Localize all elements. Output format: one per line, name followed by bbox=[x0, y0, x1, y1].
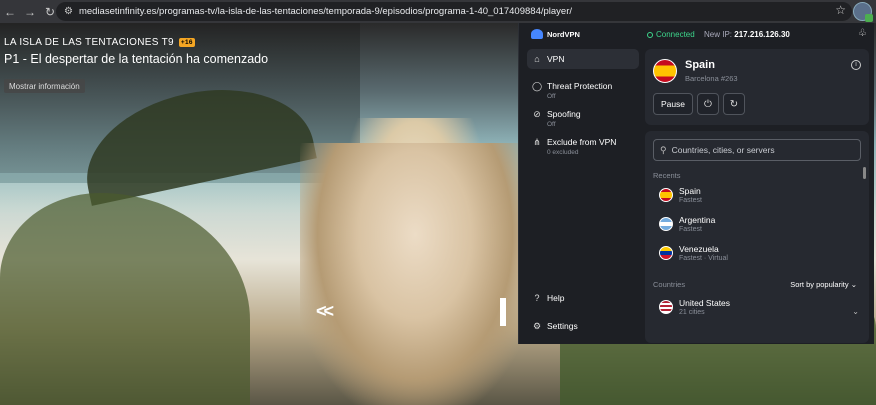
video-person bbox=[300, 143, 530, 405]
country-item-name: United States bbox=[679, 298, 731, 308]
search-placeholder[interactable]: Countries, cities, or servers bbox=[672, 145, 775, 155]
palm-leaves bbox=[0, 193, 250, 405]
sidebar-item-exclude-from-vpn[interactable]: ⋔ Exclude from VPN 0 excluded bbox=[527, 132, 639, 161]
scrollbar[interactable] bbox=[863, 167, 866, 179]
refresh-icon: ↻ bbox=[729, 98, 739, 110]
nordvpn-logo: NordVPN bbox=[531, 29, 580, 39]
sidebar-item-status: Off bbox=[547, 121, 556, 128]
argentina-flag-icon bbox=[659, 217, 673, 231]
nordvpn-panel: NordVPN Connected New IP: 217.216.126.30… bbox=[518, 23, 874, 344]
url-text[interactable]: mediasetinfinity.es/programas-tv/la-isla… bbox=[79, 6, 572, 17]
eye-off-icon: ⊘ bbox=[533, 109, 541, 119]
sidebar-item-label: Spoofing bbox=[547, 109, 581, 119]
connection-card: Spain Barcelona #263 i Pause ⏻ ↻ bbox=[645, 49, 869, 125]
recents-header: Recents bbox=[653, 171, 681, 180]
reconnect-button[interactable]: ↻ bbox=[723, 93, 745, 115]
power-icon: ⏻ bbox=[704, 98, 712, 110]
bookmark-star-icon[interactable]: ☆ bbox=[835, 3, 846, 17]
address-bar[interactable]: ⚙ mediasetinfinity.es/programas-tv/la-is… bbox=[56, 2, 852, 21]
country-item-united-states[interactable]: United States 21 cities bbox=[659, 298, 730, 316]
pause-button[interactable]: Pause bbox=[653, 93, 693, 115]
recent-item-sub: Fastest bbox=[679, 197, 702, 204]
gear-icon: ⚙ bbox=[532, 321, 542, 331]
sidebar-item-vpn[interactable]: ⌂ VPN bbox=[527, 49, 639, 69]
new-ip: New IP: 217.216.126.30 bbox=[704, 30, 790, 39]
forward-icon[interactable]: → bbox=[20, 0, 40, 23]
sidebar-item-label: VPN bbox=[547, 54, 565, 64]
sidebar-item-spoofing[interactable]: ⊘ Spoofing Off bbox=[527, 104, 639, 133]
extension-avatar[interactable] bbox=[853, 2, 873, 22]
help-icon: ? bbox=[534, 293, 540, 303]
connected-icon bbox=[647, 31, 653, 38]
connected-server: Barcelona #263 bbox=[685, 74, 738, 83]
recent-item-sub: Fastest · Virtual bbox=[679, 255, 728, 262]
us-flag-icon bbox=[659, 300, 673, 314]
back-icon[interactable]: ← bbox=[0, 0, 20, 23]
connection-status-text: Connected bbox=[656, 30, 695, 39]
chevron-down-icon[interactable]: ⌄ bbox=[852, 307, 859, 316]
countries-header: Countries bbox=[653, 280, 686, 289]
chevron-down-icon: ⌄ bbox=[850, 280, 857, 289]
connected-country: Spain bbox=[685, 59, 715, 71]
sort-dropdown[interactable]: Sort by popularity ⌄ bbox=[790, 280, 857, 289]
sidebar-item-status: 0 excluded bbox=[547, 149, 579, 156]
browser-toolbar: ← → ↻ ⚙ mediasetinfinity.es/programas-tv… bbox=[0, 0, 876, 23]
spain-flag-icon bbox=[653, 59, 677, 83]
show-title-text: LA ISLA DE LAS TENTACIONES T9 bbox=[4, 37, 174, 48]
venezuela-flag-icon bbox=[659, 246, 673, 260]
new-ip-label: New IP: bbox=[704, 30, 733, 39]
recent-item-spain[interactable]: Spain Fastest bbox=[659, 186, 702, 204]
shield-icon: ◯ bbox=[532, 81, 543, 91]
sidebar-item-status: Off bbox=[547, 93, 556, 100]
nordvpn-header: NordVPN Connected New IP: 217.216.126.30… bbox=[519, 23, 875, 47]
server-search-input[interactable]: ⚲ Countries, cities, or servers bbox=[653, 139, 861, 161]
spain-flag-icon bbox=[659, 188, 673, 202]
sort-label[interactable]: Sort by popularity bbox=[790, 280, 848, 289]
recent-item-name: Venezuela bbox=[679, 244, 719, 254]
country-item-sub: 21 cities bbox=[679, 309, 705, 316]
show-title: LA ISLA DE LAS TENTACIONES T9 +16 bbox=[4, 37, 195, 48]
recent-item-venezuela[interactable]: Venezuela Fastest · Virtual bbox=[659, 244, 728, 262]
split-icon: ⋔ bbox=[533, 137, 541, 147]
new-ip-value: 217.216.126.30 bbox=[734, 30, 790, 39]
nordvpn-logo-text: NordVPN bbox=[547, 29, 580, 39]
disconnect-button[interactable]: ⏻ bbox=[697, 93, 719, 115]
sidebar-item-help[interactable]: ? Help bbox=[527, 288, 639, 308]
sidebar-item-threat-protection[interactable]: ◯ Threat Protection Off bbox=[527, 76, 639, 105]
sidebar-item-label: Exclude from VPN bbox=[547, 137, 617, 147]
info-icon[interactable]: i bbox=[851, 60, 861, 70]
bell-icon[interactable]: ♧ bbox=[858, 28, 867, 39]
rewind-icon[interactable]: << bbox=[316, 301, 334, 322]
nordvpn-logo-icon bbox=[531, 29, 543, 39]
search-icon: ⚲ bbox=[660, 144, 667, 155]
extension-badge bbox=[865, 14, 873, 22]
recent-item-sub: Fastest bbox=[679, 226, 702, 233]
recent-item-name: Argentina bbox=[679, 215, 716, 225]
recent-item-name: Spain bbox=[679, 186, 701, 196]
episode-title: P1 - El despertar de la tentación ha com… bbox=[4, 52, 269, 66]
sidebar-item-label: Help bbox=[547, 293, 565, 303]
home-icon: ⌂ bbox=[534, 54, 540, 64]
connection-status: Connected bbox=[647, 30, 695, 39]
sidebar-item-label: Threat Protection bbox=[547, 81, 613, 91]
age-rating-badge: +16 bbox=[178, 38, 195, 47]
sidebar-item-settings[interactable]: ⚙ Settings bbox=[527, 316, 639, 336]
show-info-button[interactable]: Mostrar información bbox=[4, 79, 85, 93]
sidebar-item-label: Settings bbox=[547, 321, 578, 331]
play-pause-icon[interactable] bbox=[500, 298, 506, 326]
site-info-icon[interactable]: ⚙ bbox=[64, 6, 73, 17]
recent-item-argentina[interactable]: Argentina Fastest bbox=[659, 215, 715, 233]
server-list-card: ⚲ Countries, cities, or servers Recents … bbox=[645, 131, 869, 343]
